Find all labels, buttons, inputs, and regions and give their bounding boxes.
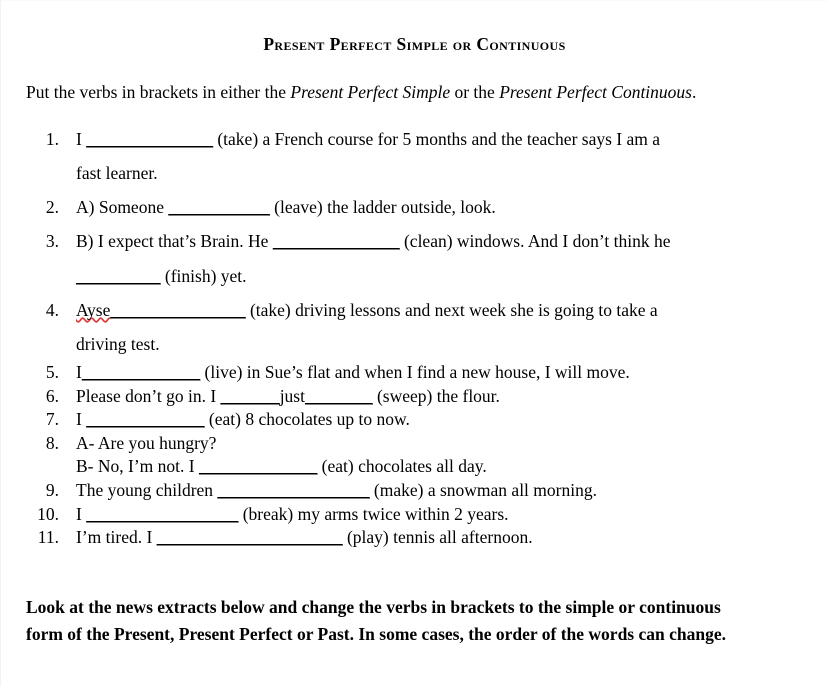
exercise-line: I __________________ (break) my arms twi… [76, 503, 828, 527]
misspelled-word: Ayse [76, 299, 111, 320]
exercise-line: driving test. [76, 327, 828, 361]
instructions-part2: or the [450, 82, 500, 103]
exercise-item: 10. I __________________ (break) my arms … [1, 503, 828, 527]
exercise-line: Please don’t go in. I _______just_______… [76, 385, 828, 409]
answer-blank[interactable]: ____________ [168, 197, 270, 217]
exercise-number: 3. [45, 231, 59, 252]
exercise-body: Ayse________________ (take) driving less… [76, 293, 828, 361]
exercise-text: (eat) 8 chocolates up to now. [204, 409, 410, 430]
exercise-text: B- No, I’m not. I [76, 456, 199, 477]
exercise-number: 8. [45, 432, 59, 453]
exercise-text: B) I expect that’s Brain. He [76, 231, 273, 252]
exercise-text: Please don’t go in. I [76, 385, 221, 406]
exercise-line: A) Someone ____________ (leave) the ladd… [76, 190, 828, 224]
exercise-item: 8. A- Are you hungry? B- No, I’m not. I __… [1, 432, 828, 479]
answer-blank[interactable]: ______________ [199, 456, 318, 476]
page-title: Present Perfect Simple or Continuous [263, 34, 566, 54]
instructions-italic-continuous: Present Perfect Continuous [499, 82, 692, 103]
answer-blank[interactable]: _______________ [273, 231, 400, 251]
exercise-item: 6. Please don’t go in. I _______just_____… [1, 385, 828, 409]
instructions-italic-simple: Present Perfect Simple [290, 82, 451, 103]
exercise-number: 10. [37, 503, 59, 524]
answer-blank[interactable]: __________________ [217, 480, 369, 500]
answer-blank[interactable]: ______________ [82, 362, 201, 382]
exercise-number: 6. [45, 385, 59, 406]
exercise-line: B- No, I’m not. I ______________ (eat) c… [76, 455, 828, 479]
exercise-text: (sweep) the flour. [372, 385, 500, 406]
exercise-number: 4. [45, 299, 59, 320]
exercise-line: I _______________ (take) a French course… [76, 122, 828, 156]
exercise-text: just [279, 385, 305, 406]
exercise-number: 5. [45, 361, 59, 382]
exercise-line: I______________ (live) in Sue’s flat and… [76, 361, 828, 385]
exercise-text: (leave) the ladder outside, look. [269, 197, 496, 218]
exercise-text: A- Are you hungry? [76, 432, 217, 453]
answer-blank[interactable]: __________ [76, 266, 161, 286]
exercise-number: 9. [45, 480, 59, 501]
exercise-item: 5. I______________ (live) in Sue’s flat a… [1, 361, 828, 385]
exercise-body: I _______________ (take) a French course… [76, 122, 828, 190]
exercise-text: (play) tennis all afternoon. [342, 527, 533, 548]
exercise-body: B) I expect that’s Brain. He ___________… [76, 224, 828, 292]
exercise-item: 3. B) I expect that’s Brain. He _________… [1, 224, 828, 292]
answer-blank[interactable]: ________ [305, 386, 373, 406]
exercise-line: B) I expect that’s Brain. He ___________… [76, 224, 828, 258]
exercise-item: 1. I _______________ (take) a French cour… [1, 122, 828, 190]
exercise-text: (break) my arms twice within 2 years. [238, 503, 509, 524]
exercise-text: A) Someone [76, 197, 169, 218]
exercise-item: 4. Ayse________________ (take) driving le… [1, 293, 828, 361]
exercise-line: I’m tired. I ______________________ (pla… [76, 526, 828, 550]
exercise-body: The young children __________________ (m… [76, 479, 828, 503]
exercise-text: driving test. [76, 333, 160, 354]
exercise-number: 11. [37, 527, 59, 548]
closing-instructions: Look at the news extracts below and chan… [26, 596, 726, 644]
exercise-body: I ______________ (eat) 8 chocolates up t… [76, 408, 828, 432]
instructions-paragraph: Put the verbs in brackets in either the … [1, 54, 828, 105]
answer-blank[interactable]: _______ [221, 386, 280, 406]
exercise-text: I [76, 503, 87, 524]
exercise-body: A- Are you hungry? B- No, I’m not. I ____… [76, 432, 828, 479]
answer-blank[interactable]: _______________ [86, 129, 213, 149]
exercise-number: 1. [45, 129, 59, 150]
exercise-line: I ______________ (eat) 8 chocolates up t… [76, 408, 828, 432]
exercise-text: (make) a snowman all morning. [369, 480, 597, 501]
exercise-item: 7. I ______________ (eat) 8 chocolates up… [1, 408, 828, 432]
exercise-line: __________ (finish) yet. [76, 259, 828, 293]
exercise-text: fast learner. [76, 163, 158, 184]
exercise-body: I______________ (live) in Sue’s flat and… [76, 361, 828, 385]
exercise-body: I’m tired. I ______________________ (pla… [76, 526, 828, 550]
exercise-line: fast learner. [76, 156, 828, 190]
exercise-text: (take) driving lessons and next week she… [245, 299, 658, 320]
answer-blank[interactable]: ______________ [86, 409, 205, 429]
exercise-text: (finish) yet. [160, 265, 247, 286]
exercise-line: The young children __________________ (m… [76, 479, 828, 503]
exercise-text: (clean) windows. And I don’t think he [399, 231, 671, 252]
exercise-text: (take) a French course for 5 months and … [212, 129, 661, 150]
exercise-number: 2. [45, 197, 59, 218]
instructions-part3: . [691, 82, 697, 103]
exercise-item: 11. I’m tired. I ______________________ (… [1, 526, 828, 550]
exercise-text: I [76, 129, 87, 150]
exercise-item: 9. The young children __________________ … [1, 479, 828, 503]
exercise-text: (live) in Sue’s flat and when I find a n… [200, 361, 630, 382]
exercise-line: A- Are you hungry? [76, 432, 828, 456]
exercise-text: I [76, 409, 87, 430]
exercise-number: 7. [45, 409, 59, 430]
answer-blank[interactable]: __________________ [86, 504, 238, 524]
exercise-body: Please don’t go in. I _______just_______… [76, 385, 828, 409]
worksheet-page: Present Perfect Simple or Continuous Put… [0, 0, 828, 686]
exercise-text: The young children [76, 480, 218, 501]
instructions-part1: Put the verbs in brackets in either the [26, 82, 291, 103]
exercise-list-lower: 5. I______________ (live) in Sue’s flat a… [1, 361, 828, 550]
exercise-line: Ayse________________ (take) driving less… [76, 293, 828, 327]
exercise-list-upper: 1. I _______________ (take) a French cour… [1, 122, 828, 361]
exercise-text: (eat) chocolates all day. [317, 456, 487, 477]
exercise-body: I __________________ (break) my arms twi… [76, 503, 828, 527]
exercise-text: I’m tired. I [76, 527, 157, 548]
answer-blank[interactable]: ________________ [110, 300, 246, 320]
exercise-body: A) Someone ____________ (leave) the ladd… [76, 190, 828, 224]
exercise-item: 2. A) Someone ____________ (leave) the la… [1, 190, 828, 224]
answer-blank[interactable]: ______________________ [157, 527, 343, 547]
